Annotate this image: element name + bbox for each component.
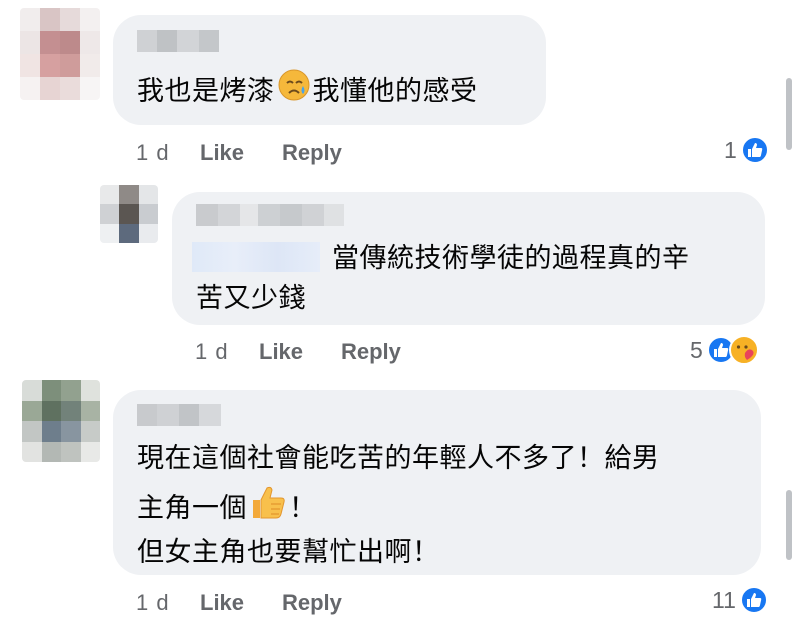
- reply-text-line1: 當傳統技術學徒的過程真的辛: [332, 243, 690, 274]
- like-button[interactable]: Like: [200, 140, 282, 166]
- like-button[interactable]: Like: [200, 590, 282, 616]
- reply-button[interactable]: Reply: [282, 140, 342, 166]
- author-name-blurred[interactable]: [196, 204, 344, 226]
- scrollbar-thumb[interactable]: [786, 490, 792, 560]
- reaction-count: 5: [690, 336, 703, 363]
- comment-text-line1: 現在這個社會能吃苦的年輕人不多了！給男: [137, 443, 660, 474]
- commenter-avatar[interactable]: [20, 8, 100, 100]
- like-button[interactable]: Like: [259, 339, 341, 365]
- reaction-count: 1: [724, 136, 737, 163]
- comment-actions: 1 d Like Reply: [136, 140, 342, 166]
- timestamp[interactable]: 1 d: [195, 339, 259, 365]
- timestamp[interactable]: 1 d: [136, 140, 200, 166]
- scrollbar-thumb[interactable]: [786, 78, 792, 150]
- author-name-blurred[interactable]: [137, 30, 219, 52]
- comment-text-line2: 主角一個！: [137, 484, 317, 535]
- thumbs-up-icon: [249, 484, 287, 535]
- comment-text-line3: 但女主角也要幫忙出啊！: [137, 537, 440, 568]
- tagged-user-blurred[interactable]: [192, 242, 320, 272]
- comment-text: 我也是烤漆 我懂他的感受: [137, 68, 478, 117]
- crying-face-icon: [277, 68, 311, 117]
- care-reaction-icon: [728, 335, 759, 365]
- commenter-avatar[interactable]: [22, 380, 100, 462]
- reply-actions: 1 d Like Reply: [195, 339, 401, 365]
- comment-actions: 1 d Like Reply: [136, 590, 342, 616]
- reply-button[interactable]: Reply: [282, 590, 342, 616]
- author-name-blurred[interactable]: [137, 404, 221, 426]
- reaction-summary[interactable]: 5: [690, 335, 759, 365]
- reaction-count: 11: [712, 586, 736, 613]
- reply-text-line2: 苦又少錢: [196, 283, 306, 314]
- reply-avatar[interactable]: [100, 185, 158, 243]
- timestamp[interactable]: 1 d: [136, 590, 200, 616]
- reaction-summary[interactable]: 11: [712, 586, 768, 614]
- like-reaction-icon: [740, 136, 769, 164]
- reaction-summary[interactable]: 1: [724, 136, 769, 164]
- reply-button[interactable]: Reply: [341, 339, 401, 365]
- like-reaction-icon: [739, 586, 768, 614]
